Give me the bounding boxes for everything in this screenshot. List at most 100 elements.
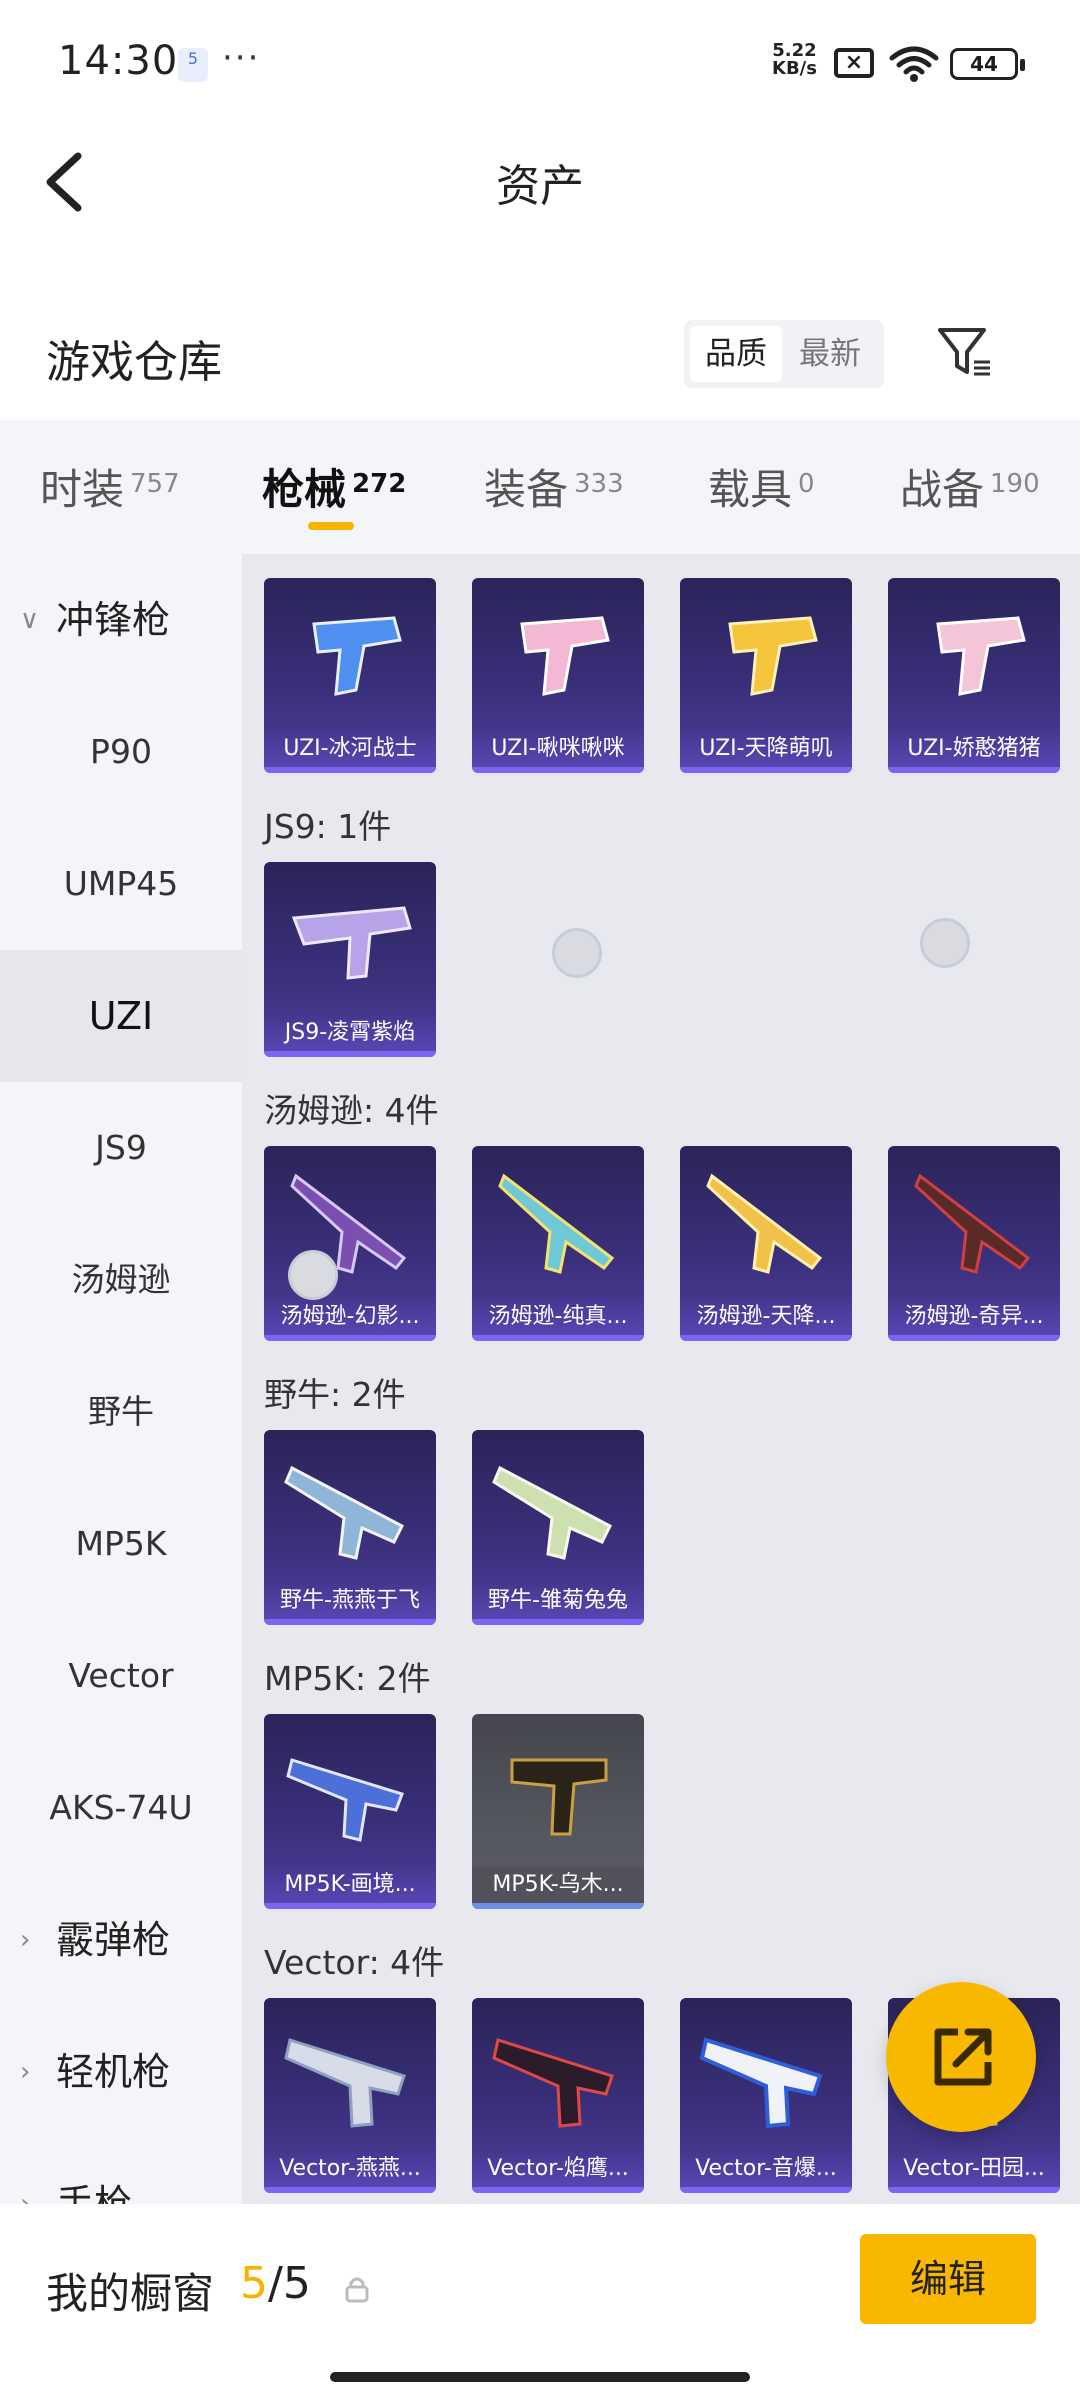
page-title: 资产 [496, 161, 584, 212]
sort-newest-button[interactable]: 最新 [784, 326, 876, 382]
vector-skin-icon [492, 2038, 614, 2128]
skin-name: 汤姆逊-幻影... [264, 1299, 436, 1335]
section-label-bison: 野牛: 2件 [264, 1375, 406, 1414]
skin-card[interactable]: 汤姆逊-奇异... [888, 1146, 1060, 1341]
vector-skin-icon [284, 2038, 406, 2128]
no-sim-icon: × [834, 48, 874, 78]
skin-card[interactable]: UZI-啾咪啾咪 [472, 578, 644, 773]
sidebar-group-label: 霰弹枪 [56, 1918, 171, 1962]
home-indicator[interactable] [330, 2372, 750, 2382]
section-label-vector: Vector: 4件 [264, 1943, 445, 1982]
skin-card[interactable]: 汤姆逊-幻影... [264, 1146, 436, 1341]
rarity-bar [888, 1335, 1060, 1341]
rarity-bar [264, 1619, 436, 1625]
rarity-bar [264, 2187, 436, 2193]
tab-label: 时装 [40, 465, 125, 514]
rarity-bar [264, 767, 436, 773]
loading-placeholder [920, 918, 970, 968]
section-label-tommy: 汤姆逊: 4件 [264, 1091, 439, 1130]
mp5k-skin-icon [510, 1758, 608, 1836]
tommy-skin-icon [914, 1173, 1031, 1274]
tab-guns[interactable]: 枪械 272 [262, 456, 406, 517]
tab-label: 战备 [900, 465, 985, 514]
uzi-skin-icon [936, 616, 1026, 696]
skin-card[interactable]: UZI-天降萌叽 [680, 578, 852, 773]
sidebar-item-uzi[interactable]: UZI [0, 950, 242, 1082]
category-tabs: 时装 757 枪械 272 装备 333 载具 0 战备 190 [0, 420, 1080, 554]
showcase-count-current: 5 [240, 2258, 268, 2309]
sidebar-item-vector[interactable]: Vector [0, 1610, 242, 1742]
tab-outfits[interactable]: 时装 757 [40, 456, 180, 517]
sort-quality-button[interactable]: 品质 [690, 326, 782, 382]
share-button[interactable] [886, 1982, 1036, 2132]
skin-name: Vector-燕燕... [264, 2151, 436, 2187]
sidebar-item-aks74u[interactable]: AKS-74U [0, 1742, 242, 1874]
showcase-label: 我的橱窗 [46, 2269, 215, 2318]
warehouse-title: 游戏仓库 [46, 337, 222, 388]
skin-card[interactable]: Vector-音爆... [680, 1998, 852, 2193]
sidebar-item-ump45[interactable]: UMP45 [0, 818, 242, 950]
tab-count: 0 [798, 469, 815, 499]
edit-button[interactable]: 编辑 [860, 2234, 1036, 2324]
vector-skin-icon [699, 2037, 823, 2129]
skin-card[interactable]: UZI-冰河战士 [264, 578, 436, 773]
rarity-bar [680, 1335, 852, 1341]
rarity-bar [680, 767, 852, 773]
weapon-grid: UZI-冰河战士 UZI-啾咪啾咪 UZI-天降萌叽 UZI-娇憨猪猪 JS9:… [242, 554, 1080, 2204]
tab-tactical[interactable]: 战备 190 [900, 456, 1040, 517]
rarity-bar [680, 2187, 852, 2193]
lock-icon [345, 2277, 369, 2303]
skin-card[interactable]: MP5K-画境... [264, 1714, 436, 1909]
sidebar-item-tommy[interactable]: 汤姆逊 [0, 1214, 242, 1346]
skin-name: UZI-天降萌叽 [680, 731, 852, 767]
filter-icon[interactable] [934, 322, 994, 382]
skin-card[interactable]: 野牛-燕燕于飞 [264, 1430, 436, 1625]
tab-label: 枪械 [262, 465, 347, 514]
skin-name: UZI-啾咪啾咪 [472, 731, 644, 767]
tab-vehicles[interactable]: 载具 0 [708, 456, 815, 517]
skin-card[interactable]: Vector-焰鹰... [472, 1998, 644, 2193]
skin-card[interactable]: UZI-娇憨猪猪 [888, 578, 1060, 773]
showcase-bar: 我的橱窗 5/5 编辑 [0, 2204, 1080, 2400]
skin-name: 野牛-燕燕于飞 [264, 1583, 436, 1619]
sidebar-item-mp5k[interactable]: MP5K [0, 1478, 242, 1610]
rarity-bar [888, 2187, 1060, 2193]
share-icon [934, 2028, 992, 2086]
tab-equipment[interactable]: 装备 333 [484, 456, 624, 517]
tommy-skin-icon [498, 1173, 615, 1274]
skin-card[interactable]: Vector-燕燕... [264, 1998, 436, 2193]
uzi-skin-icon [728, 616, 818, 696]
uzi-skin-icon [520, 616, 610, 696]
sort-toggle: 品质 最新 [684, 320, 884, 388]
notification-icon: 5 [178, 48, 208, 82]
weapon-type-sidebar: ∨ 冲锋枪 P90 UMP45 UZI JS9 汤姆逊 野牛 MP5K Vecto… [0, 554, 242, 2226]
tab-count: 333 [574, 469, 624, 499]
loading-placeholder [552, 928, 602, 978]
skin-name: 汤姆逊-纯真... [472, 1299, 644, 1335]
skin-card[interactable]: 野牛-雏菊兔兔 [472, 1430, 644, 1625]
sidebar-item-p90[interactable]: P90 [0, 686, 242, 818]
section-label-mp5k: MP5K: 2件 [264, 1659, 431, 1698]
skin-name: MP5K-乌木... [472, 1867, 644, 1903]
rarity-bar [472, 1903, 644, 1909]
skin-card[interactable]: MP5K-乌木... [472, 1714, 644, 1909]
rarity-bar [264, 1051, 436, 1057]
sidebar-item-bison[interactable]: 野牛 [0, 1346, 242, 1478]
skin-card[interactable]: 汤姆逊-纯真... [472, 1146, 644, 1341]
battery-icon: 44 [950, 48, 1025, 80]
sidebar-item-js9[interactable]: JS9 [0, 1082, 242, 1214]
skin-card[interactable]: 汤姆逊-天降... [680, 1146, 852, 1341]
skin-name: 野牛-雏菊兔兔 [472, 1583, 644, 1619]
sidebar-group-smg[interactable]: ∨ 冲锋枪 [0, 554, 242, 686]
rarity-bar [472, 2187, 644, 2193]
sidebar-group-lmg[interactable]: › 轻机枪 [0, 2006, 242, 2138]
skin-name: UZI-冰河战士 [264, 731, 436, 767]
sidebar-group-shotgun[interactable]: › 霰弹枪 [0, 1874, 242, 2006]
bison-skin-icon [492, 1465, 612, 1560]
skin-name: 汤姆逊-奇异... [888, 1299, 1060, 1335]
sidebar-group-label: 冲锋枪 [56, 598, 171, 642]
skin-name: Vector-音爆... [680, 2151, 852, 2187]
skin-card[interactable]: JS9-凌霄紫焰 [264, 862, 436, 1057]
tab-label: 装备 [484, 465, 569, 514]
js9-skin-icon [291, 906, 412, 980]
